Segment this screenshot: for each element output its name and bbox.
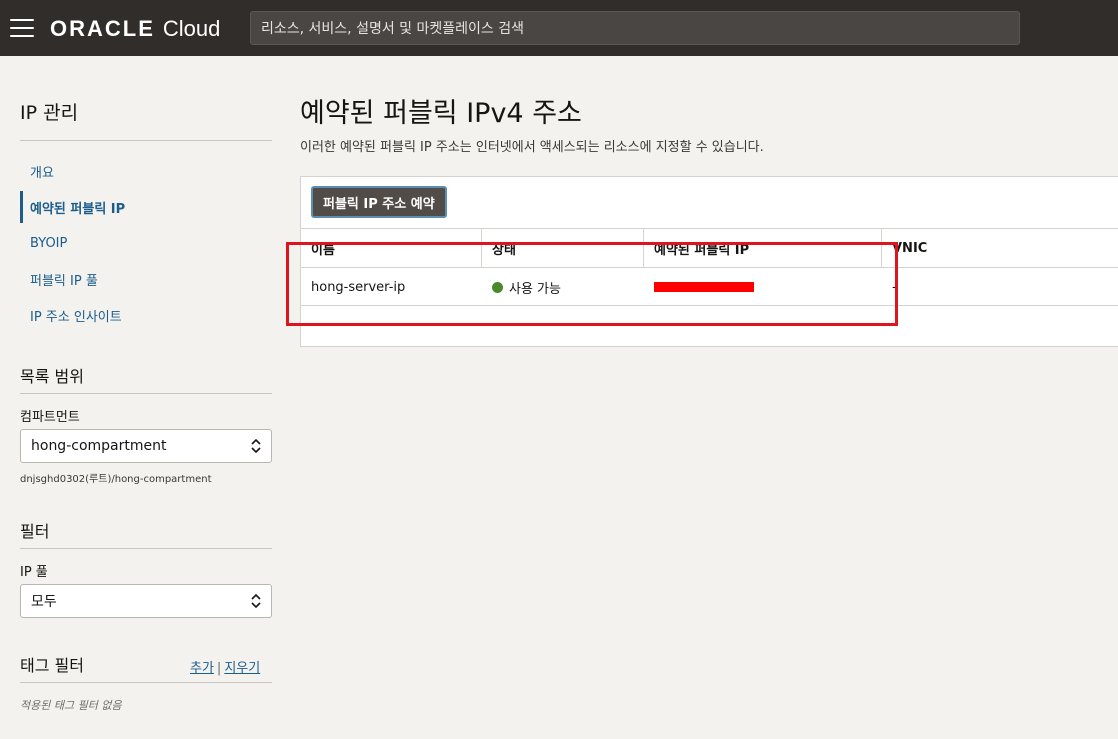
scope-divider [20,393,272,394]
sidebar-divider [20,140,272,141]
page-title: 예약된 퍼블릭 IPv4 주소 [300,98,582,129]
clear-tag-filter-link[interactable]: 지우기 [224,661,260,676]
page-description: 이러한 예약된 퍼블릭 IP 주소는 인터넷에서 액세스되는 리소스에 지정할 … [300,140,764,155]
add-tag-filter-link[interactable]: 추가 [190,661,214,676]
tag-filter-links: 추가 | 지우기 [190,657,260,676]
column-header-status[interactable]: 상태 [482,229,644,267]
search-input[interactable]: 리소스, 서비스, 설명서 및 마켓플레이스 검색 [250,11,1020,45]
sidebar-item-public-ip-pools[interactable]: 퍼블릭 IP 풀 [20,263,272,295]
tag-filter-empty-note: 적용된 태그 필터 없음 [20,699,122,712]
status-available-icon [492,281,503,293]
sidebar-item-byoip[interactable]: BYOIP [20,227,272,259]
filter-title: 필터 [20,522,50,541]
redacted-ip-marker [654,282,754,292]
row-vnic: - [892,279,897,295]
chevron-up-down-icon [251,593,261,609]
row-name[interactable]: hong-server-ip [301,268,482,306]
column-header-vnic[interactable]: VNIC [882,229,1118,267]
tag-filter-title: 태그 필터 [20,656,84,675]
filter-divider [20,548,272,549]
sidebar-item-ip-address-insights[interactable]: IP 주소 인사이트 [20,299,272,331]
brand-oracle-text: ORACLE [50,16,155,41]
sidebar-item-reserved-public-ip[interactable]: 예약된 퍼블릭 IP [20,191,272,223]
row-status: 사용 가능 [482,268,644,306]
compartment-select[interactable]: hong-compartment [20,429,272,463]
row-reserved-ip [644,268,882,306]
list-scope-title: 목록 범위 [20,367,84,386]
tag-filter-divider [20,682,272,683]
oracle-cloud-logo[interactable]: ORACLE Cloud [50,16,220,42]
top-bar: ORACLE Cloud 리소스, 서비스, 설명서 및 마켓플레이스 검색 [0,0,1118,56]
sidebar-title: IP 관리 [20,102,79,124]
tag-link-separator: | [216,661,222,676]
reserved-ip-panel: 퍼블릭 IP 주소 예약 이름 상태 예약된 퍼블릭 IP VNIC hong-… [300,176,1118,347]
compartment-path: dnjsghd0302(루트)/hong-compartment [20,474,212,485]
table-header: 이름 상태 예약된 퍼블릭 IP VNIC [301,228,1118,268]
brand-cloud-text: Cloud [162,16,221,41]
chevron-up-down-icon [251,438,261,454]
compartment-label: 컴파트먼트 [20,410,80,425]
row-status-text: 사용 가능 [509,281,561,297]
ip-pool-select[interactable]: 모두 [20,584,272,618]
sidebar-item-overview[interactable]: 개요 [20,155,272,187]
ip-pool-select-value: 모두 [31,594,57,610]
table-row: hong-server-ip 사용 가능 - [301,268,1118,306]
compartment-select-value: hong-compartment [31,438,167,454]
column-header-name[interactable]: 이름 [301,229,482,267]
reserve-public-ip-button[interactable]: 퍼블릭 IP 주소 예약 [311,186,447,218]
menu-icon[interactable] [10,19,34,37]
ip-pool-label: IP 풀 [20,565,48,580]
column-header-reserved-ip[interactable]: 예약된 퍼블릭 IP [644,229,882,267]
